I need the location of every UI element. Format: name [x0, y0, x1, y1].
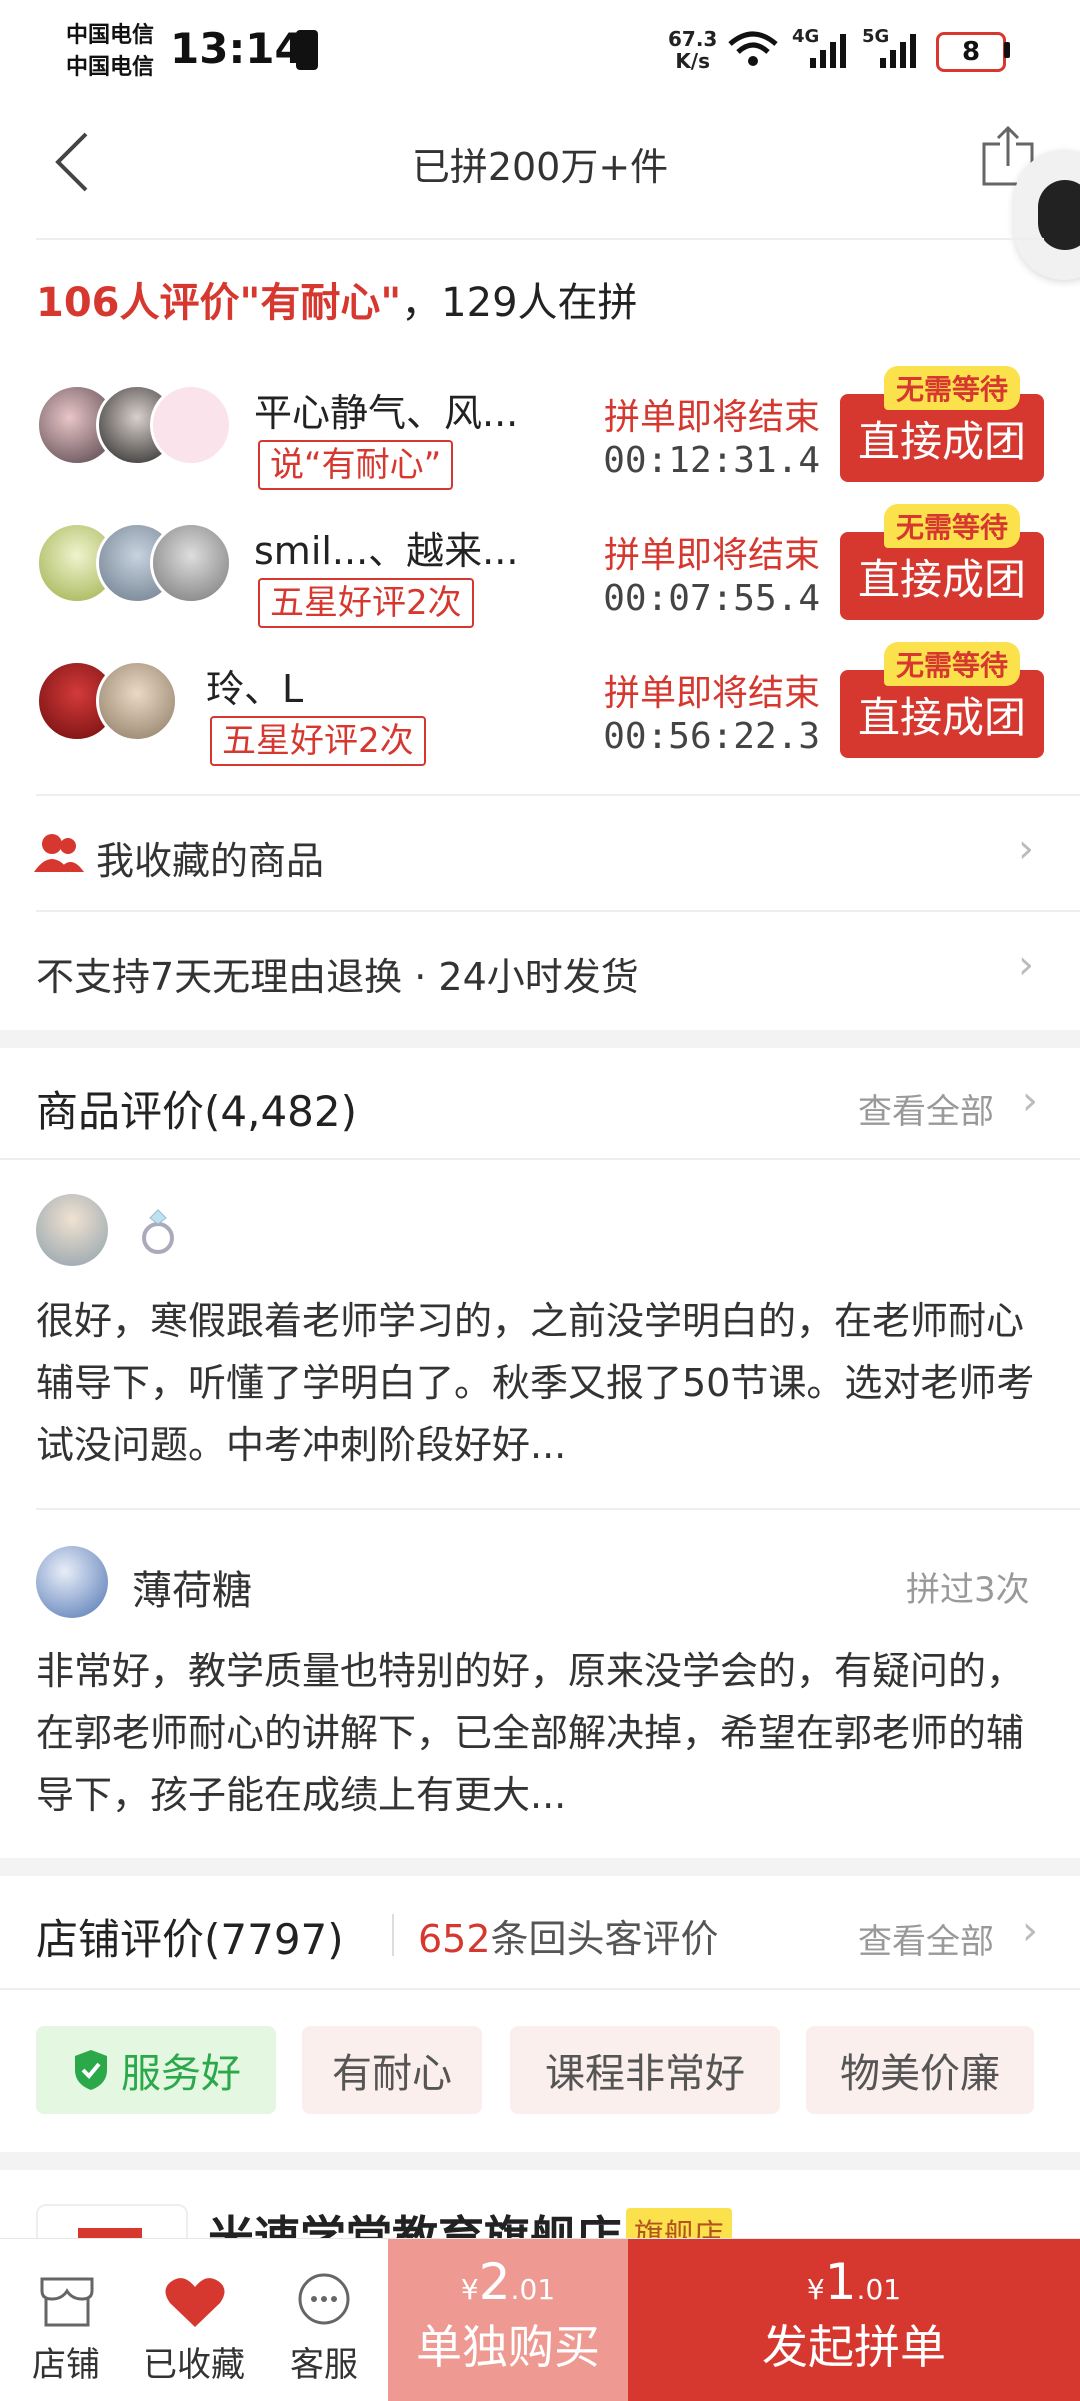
chevron-right-icon: ›	[1022, 1908, 1038, 1954]
store-reviews-title: 店铺评价(7797)	[36, 1915, 344, 1964]
group-timer: 00:07:55.4	[603, 578, 820, 619]
group-member-names: 玲、L	[206, 667, 304, 711]
returning-count: 652	[418, 1917, 491, 1961]
service-policy-label: 不支持7天无理由退换 · 24小时发货	[36, 955, 639, 999]
review-item[interactable]: 很好，寒假跟着老师学习的，之前没学明白的，在老师耐心辅导下，听懂了学明白了。秋季…	[0, 1160, 1080, 1508]
review-chip[interactable]: 有耐心	[302, 2026, 482, 2114]
divider	[36, 238, 1044, 240]
store-logo-mark	[78, 2228, 142, 2238]
floating-video-button[interactable]	[1014, 150, 1080, 280]
store-tab[interactable]: 店铺	[18, 2239, 114, 2401]
store-name: 米速学堂教育旗舰店	[208, 2211, 622, 2238]
chevron-right-icon: ›	[1022, 1078, 1038, 1124]
group-tag: 五星好评2次	[210, 716, 426, 766]
section-divider	[0, 1858, 1080, 1876]
battery-saver-icon	[296, 30, 318, 70]
group-ending-label: 拼单即将结束	[603, 673, 820, 714]
group-buy-header: 106人评价"有耐心"，129人在拼	[36, 270, 638, 328]
section-divider	[0, 1030, 1080, 1048]
store-icon	[40, 2277, 94, 2327]
clock: 13:14	[170, 24, 304, 73]
store-reviews-header[interactable]: 店铺评价(7797) 652条回头客评价 查看全部 ›	[0, 1876, 1080, 1988]
avatar	[36, 1546, 108, 1618]
view-all-product-reviews[interactable]: 查看全部	[858, 1084, 994, 1133]
product-reviews-title: 商品评价(4,482)	[36, 1087, 358, 1136]
chevron-right-icon: ›	[1018, 826, 1034, 872]
nav-bar: 已拼200万+件	[0, 100, 1080, 240]
no-wait-badge: 无需等待	[884, 642, 1021, 686]
battery-indicator: 8	[936, 32, 1006, 72]
group-row[interactable]: 玲、L 五星好评2次 拼单即将结束 00:56:22.3 直接成团 无需等待	[0, 636, 1080, 766]
status-bar: 中国电信 中国电信 13:14 67.3 K/s 4G 5G 8	[0, 0, 1080, 100]
section-divider	[0, 2152, 1080, 2170]
customer-service-tab[interactable]: 客服	[276, 2239, 372, 2401]
no-wait-badge: 无需等待	[884, 504, 1021, 548]
review-text: 很好，寒假跟着老师学习的，之前没学明白的，在老师耐心辅导下，听懂了学明白了。秋季…	[36, 1299, 1035, 1467]
chip-label: 服务好	[121, 2051, 241, 2097]
wifi-icon	[728, 31, 778, 66]
signal-icon-1	[810, 34, 846, 68]
favorite-tab-label: 已收藏	[143, 2345, 245, 2385]
review-text: 非常好，教学质量也特别的好，原来没学会的，有疑问的，在郭老师耐心的讲解下，已全部…	[36, 1649, 1025, 1817]
single-price: ¥2.01	[460, 2253, 556, 2311]
favorites-label: 我收藏的商品	[96, 839, 325, 883]
group-timer: 00:56:22.3	[603, 716, 820, 757]
service-tab-label: 客服	[290, 2345, 358, 2385]
heart-icon	[165, 2278, 225, 2327]
patience-review-count: 106人评价"有耐心"	[36, 280, 402, 326]
avatar	[150, 522, 232, 604]
store-card[interactable]: 米速学堂教育旗舰店 旗舰店	[0, 2170, 1080, 2238]
review-chip[interactable]: 课程非常好	[510, 2026, 780, 2114]
store-tab-label: 店铺	[32, 2345, 100, 2385]
review-chip[interactable]: 物美价廉	[806, 2026, 1034, 2114]
ring-icon	[142, 1209, 174, 1254]
favorites-row[interactable]: 我收藏的商品 ›	[0, 796, 1080, 910]
review-item[interactable]: 薄荷糖 拼过3次 非常好，教学质量也特别的好，原来没学会的，有疑问的，在郭老师耐…	[0, 1510, 1080, 1850]
people-icon	[34, 834, 84, 872]
carrier-label-2: 中国电信	[66, 55, 155, 80]
start-group-buy-label: 发起拼单	[762, 2320, 946, 2374]
group-member-names: 平心静气、风...	[254, 391, 519, 435]
carrier-label-1: 中国电信	[66, 23, 155, 48]
shield-check-icon	[75, 2050, 107, 2090]
buy-alone-label: 单独购买	[416, 2320, 600, 2374]
network-speed: 67.3 K/s	[668, 27, 718, 73]
avatar	[36, 1194, 108, 1266]
reviewer-name: 薄荷糖	[132, 1568, 252, 1614]
music-note-icon	[1038, 180, 1080, 250]
group-ending-label: 拼单即将结束	[603, 535, 820, 576]
service-policy-row[interactable]: 不支持7天无理由退换 · 24小时发货 ›	[0, 912, 1080, 1026]
battery-tip	[1004, 42, 1010, 58]
chevron-right-icon: ›	[1018, 942, 1034, 988]
reviewer-badge: 拼过3次	[906, 1570, 1030, 1610]
view-all-store-reviews[interactable]: 查看全部	[858, 1914, 994, 1963]
signal-icon-2	[880, 34, 916, 68]
flagship-badge: 旗舰店	[626, 2208, 732, 2238]
group-row[interactable]: smil...、越来... 五星好评2次 拼单即将结束 00:07:55.4 直…	[0, 498, 1080, 628]
divider	[0, 1988, 1080, 1990]
store-logo	[36, 2204, 188, 2238]
page-title: 已拼200万+件	[411, 145, 669, 189]
bottom-action-bar: 店铺 已收藏 客服 ¥2.01 单独购买 ¥1.01 发起拼单	[0, 2238, 1080, 2401]
group-tag: 说“有耐心”	[258, 440, 454, 490]
group-tag: 五星好评2次	[258, 578, 474, 628]
group-timer: 00:12:31.4	[603, 440, 820, 481]
group-price: ¥1.01	[806, 2253, 902, 2311]
avatar	[96, 660, 178, 742]
group-buying-count: ，129人在拼	[401, 280, 638, 326]
review-chip-service[interactable]: 服务好	[36, 2026, 276, 2114]
product-reviews-header[interactable]: 商品评价(4,482) 查看全部 ›	[0, 1048, 1080, 1158]
divider	[392, 1914, 394, 1956]
group-row[interactable]: 平心静气、风... 说“有耐心” 拼单即将结束 00:12:31.4 直接成团 …	[0, 360, 1080, 490]
avatar	[150, 384, 232, 466]
favorite-tab[interactable]: 已收藏	[130, 2239, 258, 2401]
returning-reviews: 652条回头客评价	[418, 1908, 719, 1963]
chat-bubble-icon	[298, 2273, 350, 2325]
buy-alone-button[interactable]: ¥2.01 单独购买	[388, 2239, 628, 2401]
start-group-buy-button[interactable]: ¥1.01 发起拼单	[628, 2239, 1080, 2401]
returning-label: 条回头客评价	[490, 1917, 719, 1961]
no-wait-badge: 无需等待	[884, 366, 1021, 410]
group-member-names: smil...、越来...	[254, 529, 519, 573]
group-ending-label: 拼单即将结束	[603, 397, 820, 438]
